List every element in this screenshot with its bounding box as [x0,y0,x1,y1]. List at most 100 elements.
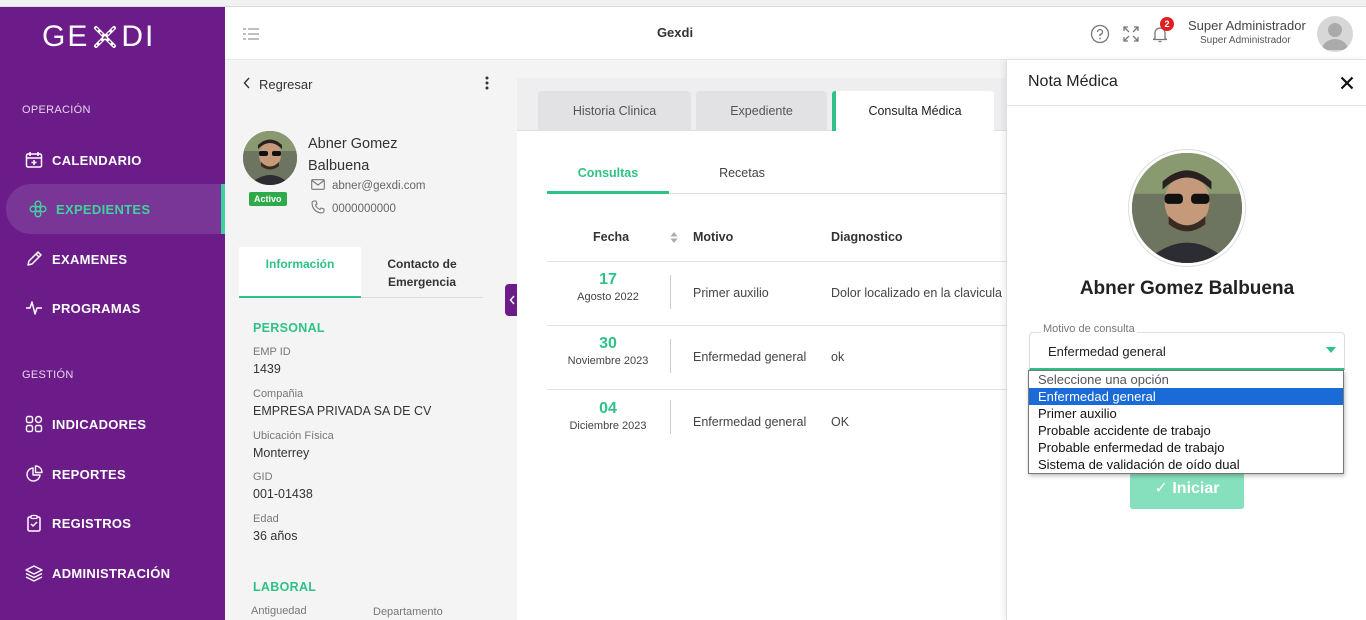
logo-text-start: GE [42,20,90,53]
row-motivo: Primer auxilio [693,286,769,300]
sidebar-item-label: CALENDARIO [52,152,142,168]
pen-icon [24,249,44,269]
consultas-card: Historia Clinica Expediente Consulta Méd… [517,78,1006,620]
divider [1007,105,1366,106]
field-value: 001-01438 [253,487,313,501]
row-day: 30 [599,335,617,352]
tab-historia-clinica[interactable]: Historia Clinica [538,91,691,131]
sidebar-item-label: ADMINISTRACIÓN [52,565,171,581]
field-label: Departamento [373,606,443,618]
sidebar-item-label: EXAMENES [52,251,128,267]
row-diagnostico: Dolor localizado en la clavicula [831,286,1002,300]
subtab-recetas[interactable]: Recetas [669,166,815,194]
field-label: Antiguedad [251,605,307,617]
fullscreen-icon[interactable] [1121,24,1141,44]
motivo-options-list: Seleccione una opción Enfermedad general… [1028,370,1344,474]
row-separator [670,339,671,373]
row-divider [547,325,1006,326]
column-header-motivo: Motivo [693,230,734,244]
field-value: 1439 [253,362,281,376]
more-options-icon[interactable] [483,75,491,91]
gexdi-logo: GE DI [42,17,155,57]
section-personal-title: PERSONAL [253,321,325,335]
row-separator [670,275,671,309]
patient-tabs: Información Contacto de Emergencia [239,247,483,298]
back-button[interactable]: Regresar [243,77,312,92]
nota-medica-title: Nota Médica [1028,73,1118,90]
row-separator [670,400,671,434]
option-probable-enfermedad[interactable]: Probable enfermedad de trabajo [1029,439,1343,456]
tab-consulta-medica[interactable]: Consulta Médica [832,91,994,131]
iniciar-label: Iniciar [1172,480,1220,497]
header-title: Gexdi [656,25,694,40]
notification-badge: 2 [1160,17,1174,31]
column-header-fecha[interactable]: Fecha [593,230,629,244]
option-probable-accidente[interactable]: Probable accidente de trabajo [1029,422,1343,439]
sidebar: GE DI OPERACIÓN CALENDARIO EXPEDIENTES E… [0,7,225,620]
patient-email: abner@gexdi.com [311,179,426,193]
grid-icon [24,414,44,434]
sidebar-item-expedientes[interactable]: EXPEDIENTES [6,184,225,234]
field-label: Ubicación Física [253,430,334,442]
nota-patient-name: Abner Gomez Balbuena [1079,278,1295,299]
phone-icon [311,200,325,217]
sidebar-item-indicadores[interactable]: INDICADORES [0,399,225,449]
option-enfermedad-general[interactable]: Enfermedad general [1029,388,1343,405]
row-month-year: Diciembre 2023 [569,420,647,432]
tab-informacion[interactable]: Información [239,247,361,298]
sidebar-item-label: INDICADORES [52,416,147,432]
tab-contacto-emergencia[interactable]: Contacto de Emergencia [361,247,483,298]
sidebar-item-label: REPORTES [52,466,126,482]
option-placeholder[interactable]: Seleccione una opción [1029,371,1343,388]
row-divider [547,261,1006,262]
sort-icon[interactable] [670,231,678,244]
sidebar-item-registros[interactable]: REGISTROS [0,498,225,548]
email-text: abner@gexdi.com [332,180,426,192]
field-label: GID [253,471,273,483]
logo-text-end: DI [121,20,156,53]
sidebar-item-examenes[interactable]: EXAMENES [0,234,225,284]
sidebar-item-label: REGISTROS [52,515,132,531]
iniciar-button[interactable]: ✓ Iniciar [1130,468,1244,509]
calendar-icon [24,150,44,170]
patient-phone: 0000000000 [311,200,396,217]
pulse-icon [24,298,44,318]
motivo-consulta-select[interactable]: Enfermedad general [1029,332,1345,370]
sidebar-item-administracion[interactable]: ADMINISTRACIÓN [0,548,225,598]
sidebar-item-reportes[interactable]: REPORTES [0,449,225,499]
help-icon[interactable] [1090,24,1110,44]
layers-icon [24,563,44,583]
field-label: Edad [253,513,279,525]
field-label: EMP ID [253,346,291,358]
patient-panel: Regresar Activo Abner Gomez Balbuena abn… [225,60,520,620]
sidebar-item-label: PROGRAMAS [52,300,141,316]
option-primer-auxilio[interactable]: Primer auxilio [1029,405,1343,422]
row-divider [547,389,1006,390]
close-icon[interactable] [1340,73,1354,95]
browser-top-strip [0,0,1366,7]
option-sistema-validacion[interactable]: Sistema de validación de oído dual [1029,456,1343,473]
row-month-year: Agosto 2022 [577,291,639,303]
mail-icon [311,179,325,193]
dropdown-arrow-icon [1326,347,1336,353]
column-header-diagnostico: Diagnostico [831,230,903,244]
sidebar-item-calendario[interactable]: CALENDARIO [0,135,225,185]
subtab-consultas[interactable]: Consultas [547,166,669,194]
sub-tabs: Consultas Recetas [547,166,1006,194]
chevron-left-icon [243,77,251,92]
sidebar-item-label: EXPEDIENTES [56,201,151,217]
sidebar-item-programas[interactable]: PROGRAMAS [0,283,225,333]
user-name[interactable]: Super Administrador [1188,18,1306,33]
status-badge: Activo [249,192,287,206]
row-diagnostico: ok [831,350,845,364]
row-diagnostico: OK [831,415,850,429]
tab-expediente[interactable]: Expediente [696,91,827,131]
row-day: 04 [599,400,617,417]
patient-photo [243,131,297,185]
row-day: 17 [599,271,617,288]
nota-medica-panel: Nota Médica Abner Gomez Balbuena Enferme… [1006,60,1366,620]
field-value: Monterrey [253,446,310,460]
section-gestion: GESTIÓN [22,369,74,381]
check-icon: ✓ [1154,480,1168,497]
user-avatar[interactable] [1317,16,1353,52]
